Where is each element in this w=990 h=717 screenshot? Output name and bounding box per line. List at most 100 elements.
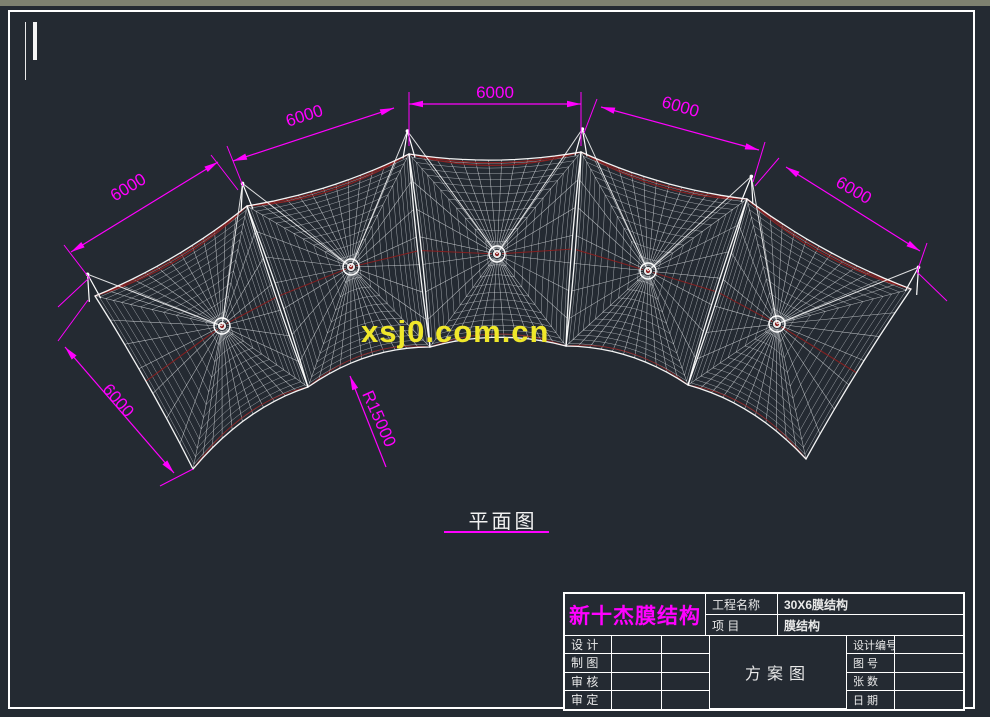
approver-value [612,691,662,709]
drafter-extra [662,654,710,672]
mesh-spoke [193,326,222,469]
mesh-spoke [497,254,567,318]
membrane-outline [247,154,430,387]
guy-cable [88,274,222,326]
mesh-spoke [497,254,571,263]
dimension-label: 6000 [476,83,514,102]
drawing-caption: 平面图 [448,505,558,534]
caption-underline [444,531,549,533]
approver-label: 审 定 [565,691,612,709]
ridge-cable [247,154,409,206]
mesh-spoke [222,326,285,396]
mesh-spoke [497,208,575,254]
dim-arrow-icon [745,143,759,150]
mesh-spoke [723,279,777,324]
design-no-value [895,636,963,654]
dimension-label: 6000 [283,101,325,131]
mesh-ring [106,216,301,457]
approver-extra [662,691,710,709]
mesh-spoke [770,216,777,324]
mesh-spoke [688,324,777,385]
membrane-mesh [95,152,911,469]
mesh-ring [707,225,883,430]
mesh-spoke [192,246,222,326]
dim-arrow-icon [350,376,358,390]
project-name-value: 30X6膜结构 [778,594,963,615]
radius-label: R15000 [358,388,400,450]
watermark: xsj0.com.cn [361,314,549,350]
dim-extension-line [64,245,90,279]
dim-extension-line [227,146,243,186]
mesh-spoke [777,324,834,409]
mesh-spoke [648,271,688,385]
dim-arrow-icon [786,167,800,177]
tip-guy-line [58,279,88,307]
mesh-spoke [497,160,502,254]
mesh-spoke [417,209,497,254]
mesh-spoke [260,204,351,267]
item-value: 膜结构 [778,615,963,636]
mast-leg-icon [905,267,918,291]
mesh-ring [303,215,387,322]
designer-value [612,636,662,654]
dim-extension-line [58,300,88,341]
ridge-cable [95,206,247,296]
dimension-label: 6000 [833,173,875,208]
dim-arrow-icon [71,242,85,252]
membrane-edges [95,152,911,469]
mesh-ring [691,203,906,454]
dim-arrow-icon [567,101,581,107]
drafter-label: 制 图 [565,654,612,672]
dim-arrow-icon [233,154,247,161]
mesh-spoke [413,182,497,254]
mesh-spoke [601,271,648,349]
ridge-cable [747,199,911,289]
mesh-spoke [731,253,777,324]
figure-no-label: 图 号 [847,654,895,672]
mesh-spoke [648,271,696,358]
drafter-value [612,654,662,672]
mesh-spoke [426,254,497,292]
dim-extension-line [584,99,597,133]
mesh-spoke [777,324,786,440]
checker-extra [662,673,710,691]
dim-arrow-icon [409,101,423,107]
ridge-cable [247,154,409,206]
dim-arrow-icon [601,107,615,114]
mesh-spoke [203,238,222,326]
dim-arrow-icon [204,162,218,172]
mesh-spoke [648,195,721,271]
mesh-spoke [648,180,657,271]
mesh-spoke [739,226,777,324]
design-no-label: 设计编号 [847,636,895,654]
date-value [895,691,963,709]
checker-value [612,673,662,691]
mesh-spoke [648,193,708,271]
valley-cable [146,297,276,381]
mesh-spoke [755,324,777,416]
mesh-spoke [734,324,777,403]
mesh-spoke [311,192,351,267]
item-label: 项 目 [706,615,778,636]
ridge-cable [95,206,247,296]
mesh-spoke [566,271,648,346]
mesh-spoke [777,324,849,385]
dim-arrow-icon [380,108,394,115]
dimension-label: 6000 [99,380,138,421]
checker-label: 审 核 [565,673,612,691]
title-block-bottom: 方案图 设 计 设计编号 制 图 图 号 审 核 张 数 审 定 日 期 [565,636,963,709]
mesh-spoke [436,157,497,254]
dimension-layer: 600060006000600060006000R15000 [58,83,947,486]
cad-viewport: 600060006000600060006000R15000 xsj0.com.… [0,0,990,717]
designer-extra [662,636,710,654]
guy-cable [751,176,777,324]
cable-lines [95,152,911,469]
mesh-spoke [351,237,416,267]
company-name: 新十杰膜结构 [565,594,706,636]
sheet-type: 方案图 [710,636,847,709]
edge-cable [566,345,688,385]
mesh-spoke [222,326,299,362]
sheet-count-label: 张 数 [847,673,895,691]
tip-guy-line [917,272,947,301]
dim-extension-line [917,243,927,272]
